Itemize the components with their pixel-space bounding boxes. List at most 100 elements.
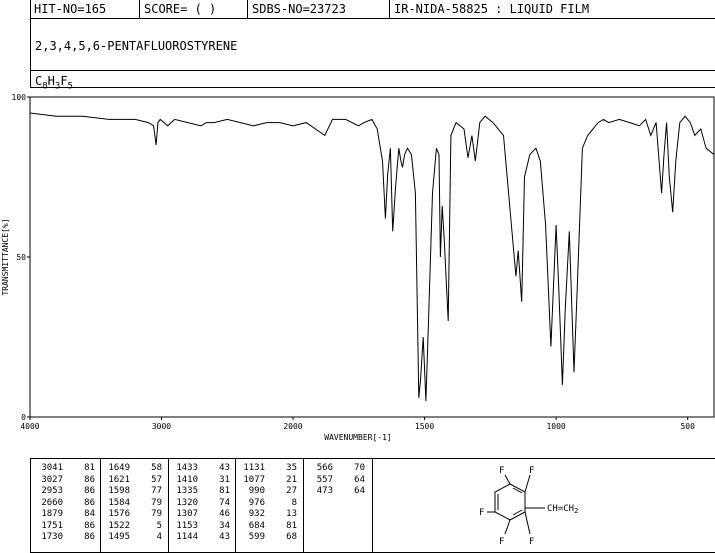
f-label-1: F — [499, 466, 504, 476]
x-tick-label: 3000 — [152, 422, 171, 431]
peak-column: 1433 43 1410 31 1335 81 1320 74 1307 46 1153 34 1144… — [168, 463, 230, 544]
peak-wavenumber: 1598 — [108, 486, 130, 496]
peak-transmittance: 8 — [291, 497, 297, 508]
peak-wavenumber: 1584 — [108, 497, 130, 508]
ir-no: IR-NIDA-58825 : LIQUID FILM — [394, 2, 590, 16]
peak-wavenumber: 1320 — [176, 497, 198, 508]
peak-row: 1077 21 — [235, 475, 297, 487]
column-separator — [168, 458, 169, 552]
peak-row: 2660 86 — [33, 498, 95, 510]
hit-no: HIT-NO=165 — [30, 0, 140, 18]
peak-row: 1598 77 — [100, 486, 162, 498]
peak-wavenumber: 1879 — [41, 509, 63, 519]
peak-wavenumber: 3027 — [41, 474, 63, 485]
peak-row: 1335 81 — [168, 486, 230, 498]
peak-wavenumber: 1410 — [176, 474, 198, 485]
peak-transmittance: 81 — [84, 463, 95, 473]
peak-transmittance: 5 — [156, 520, 162, 531]
peak-row: 1307 46 — [168, 509, 230, 521]
f-label-3: F — [479, 508, 484, 518]
x-tick-label: 1500 — [415, 422, 434, 431]
ir-spectrum-chart: 0 50 100 4000 3000 2000 1500 1000 500 WAVENUMBE… — [1, 93, 715, 442]
peak-transmittance: 81 — [219, 486, 230, 496]
column-separator — [372, 458, 373, 552]
peak-wavenumber: 3041 — [41, 463, 63, 473]
peak-wavenumber: 566 — [316, 463, 333, 473]
peak-wavenumber: 473 — [316, 486, 333, 496]
peak-wavenumber: 1522 — [108, 520, 130, 531]
peak-transmittance: 86 — [84, 497, 95, 508]
peak-transmittance: 35 — [286, 463, 297, 473]
peak-row: 599 68 — [235, 532, 297, 544]
x-tick-label: 4000 — [20, 422, 39, 431]
compound-box: 2,3,4,5,6-PENTAFLUOROSTYRENE C8H3F5 — [30, 18, 715, 91]
peak-column: 566 70 557 64 473 64 — [303, 463, 365, 498]
peak-transmittance: 43 — [219, 463, 230, 473]
column-separator — [303, 458, 304, 552]
peak-transmittance: 31 — [219, 474, 230, 485]
peak-row: 566 70 — [303, 463, 365, 475]
peak-wavenumber: 1576 — [108, 509, 130, 519]
peak-row: 976 8 — [235, 498, 297, 510]
peak-transmittance: 74 — [219, 497, 230, 508]
peak-row: 932 13 — [235, 509, 297, 521]
y-tick-label: 100 — [12, 93, 27, 102]
y-axis-label: TRANSMITTANCE[%] — [1, 218, 10, 295]
sdbs-no: SDBS-NO=23723 — [248, 0, 390, 18]
f-label-5: F — [529, 537, 534, 547]
peak-wavenumber: 976 — [248, 497, 265, 508]
peak-transmittance: 86 — [84, 474, 95, 485]
peak-transmittance: 79 — [151, 497, 162, 508]
column-separator — [100, 458, 101, 552]
peak-row: 1751 86 — [33, 521, 95, 533]
peak-transmittance: 58 — [151, 463, 162, 473]
peak-row: 1576 79 — [100, 509, 162, 521]
peak-wavenumber: 1307 — [176, 509, 198, 519]
peak-wavenumber: 1335 — [176, 486, 198, 496]
peak-row: 1153 34 — [168, 521, 230, 533]
peak-row: 1144 43 — [168, 532, 230, 544]
peak-transmittance: 81 — [286, 520, 297, 531]
column-separator — [235, 458, 236, 552]
compound-name: 2,3,4,5,6-PENTAFLUOROSTYRENE — [35, 39, 238, 53]
peak-transmittance: 64 — [354, 474, 365, 485]
peak-transmittance: 27 — [286, 486, 297, 496]
peak-row: 557 64 — [303, 475, 365, 487]
peak-transmittance: 84 — [84, 509, 95, 519]
peak-wavenumber: 1649 — [108, 463, 130, 473]
peak-transmittance: 46 — [219, 509, 230, 519]
peak-row: 1522 5 — [100, 521, 162, 533]
peak-column: 3041 81 3027 86 2953 86 2660 86 1879 84 1751 86 1730… — [33, 463, 95, 544]
peak-wavenumber: 990 — [248, 486, 265, 496]
peak-row: 990 27 — [235, 486, 297, 498]
f-label-2: F — [529, 466, 534, 476]
peak-row: 684 81 — [235, 521, 297, 533]
peak-transmittance: 34 — [219, 520, 230, 531]
peak-wavenumber: 684 — [248, 520, 265, 531]
spectrum-line — [29, 112, 715, 402]
peak-wavenumber: 2660 — [41, 497, 63, 508]
peak-row: 1621 57 — [100, 475, 162, 487]
peak-row: 1649 58 — [100, 463, 162, 475]
peak-transmittance: 70 — [354, 463, 365, 473]
structure-drawing: F F F F F CH=CH2 — [479, 466, 578, 547]
y-tick-label: 0 — [21, 413, 26, 422]
peak-row: 1131 35 — [235, 463, 297, 475]
peak-wavenumber: 1144 — [176, 532, 198, 542]
peak-wavenumber: 1153 — [176, 520, 198, 531]
f-label-4: F — [499, 537, 504, 547]
peak-wavenumber: 1621 — [108, 474, 130, 485]
peak-row: 1495 4 — [100, 532, 162, 544]
peak-row: 3041 81 — [33, 463, 95, 475]
peak-row: 1730 86 — [33, 532, 95, 544]
peak-transmittance: 86 — [84, 520, 95, 531]
peak-wavenumber: 1433 — [176, 463, 198, 473]
peak-transmittance: 86 — [84, 486, 95, 496]
peak-wavenumber: 1077 — [243, 474, 265, 485]
peak-transmittance: 64 — [354, 486, 365, 496]
peak-row: 1410 31 — [168, 475, 230, 487]
benzene-ring — [494, 483, 526, 521]
peak-transmittance: 77 — [151, 486, 162, 496]
peak-transmittance: 86 — [84, 532, 95, 542]
peak-wavenumber: 1730 — [41, 532, 63, 542]
